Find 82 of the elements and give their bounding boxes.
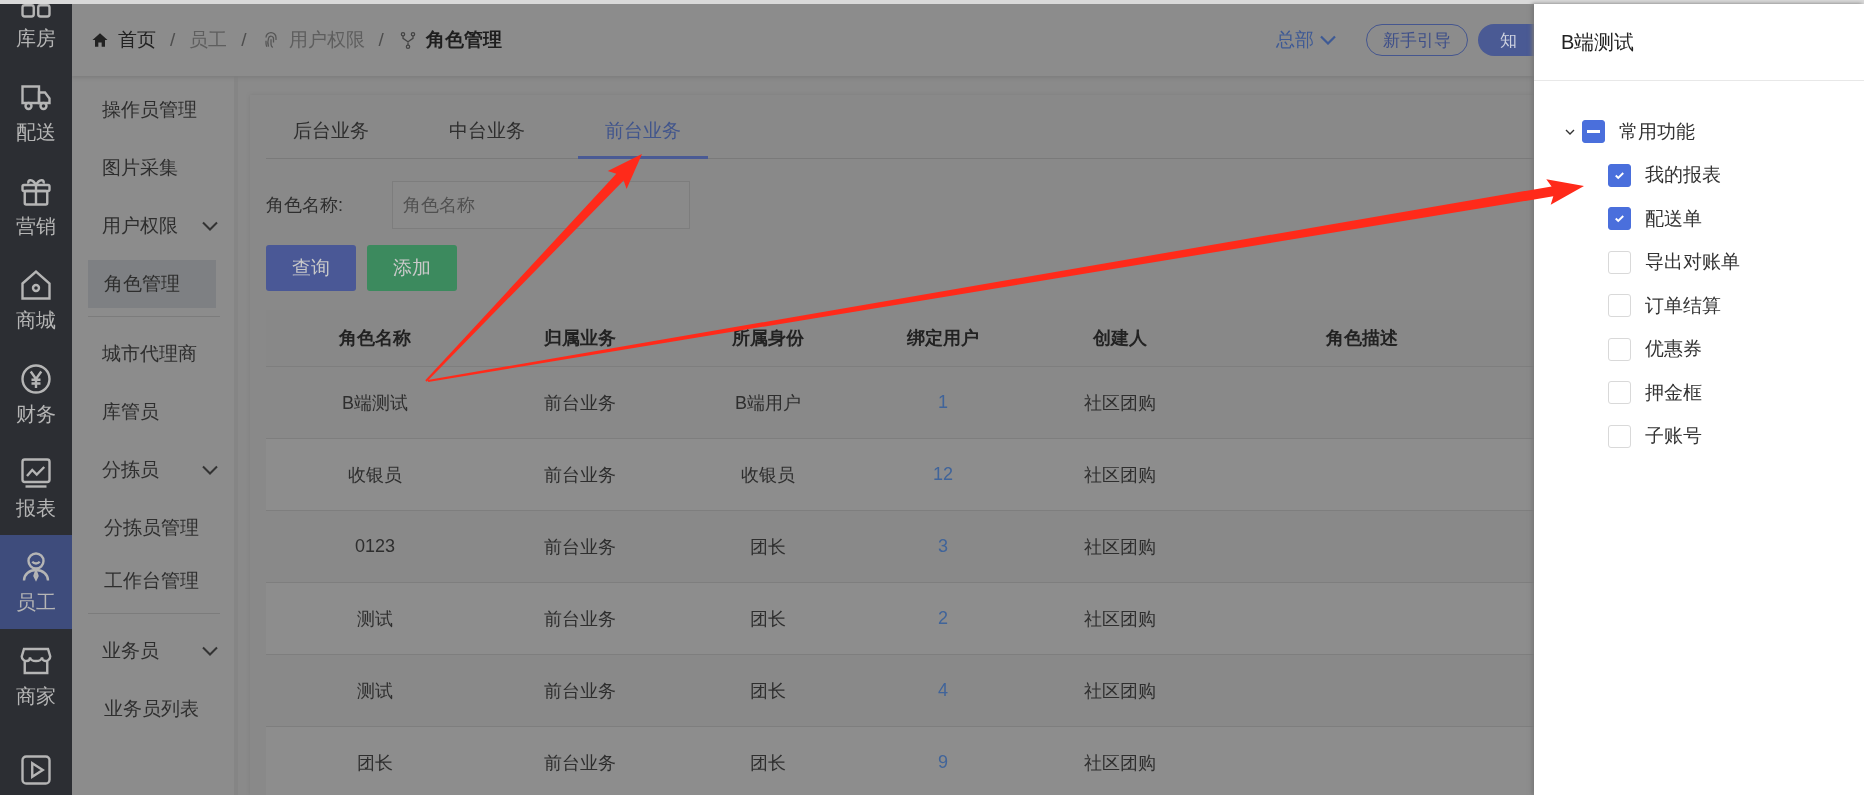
rail-item[interactable]: 员工	[0, 535, 72, 629]
column-header: 所属身份	[732, 327, 804, 350]
rail-item[interactable]: 财务	[0, 347, 72, 441]
table-cell-text: 前台业务	[544, 607, 616, 631]
table-cell-text: 团长	[750, 751, 786, 775]
checkbox[interactable]	[1582, 120, 1605, 144]
column-header: 绑定用户	[907, 327, 979, 350]
rail-item[interactable]: 库房	[0, 4, 72, 65]
table-cell-text: 收银员	[741, 463, 795, 487]
knowledge-button[interactable]: 知	[1478, 24, 1534, 56]
chevron-icon	[202, 465, 218, 475]
tree-label: 配送单	[1645, 206, 1702, 231]
play-icon	[18, 752, 54, 788]
table-cell-text: 前台业务	[544, 391, 616, 415]
chart-icon	[18, 455, 54, 491]
table-cell-text: 社区团购	[1084, 535, 1156, 559]
column-header: 角色描述	[1326, 327, 1398, 350]
table-cell-text: 社区团购	[1084, 607, 1156, 631]
table-cell-text: 前台业务	[544, 463, 616, 487]
yen-icon	[18, 361, 54, 397]
tree-label: 订单结算	[1645, 293, 1721, 318]
org-switch[interactable]: 总部	[1276, 27, 1336, 53]
chevron-icon	[202, 646, 218, 656]
chevron-icon	[202, 221, 218, 231]
rail-item[interactable]: 商城	[0, 253, 72, 347]
table-cell-text: 团长	[750, 679, 786, 703]
checkbox[interactable]	[1608, 163, 1631, 187]
tree-label: 我的报表	[1645, 163, 1721, 188]
table-cell-text: 团长	[357, 751, 393, 775]
table-cell-text: B端用户	[735, 391, 801, 415]
menu-item[interactable]: 角色管理	[88, 260, 216, 308]
rail-item[interactable]: 报表	[0, 441, 72, 535]
breadcrumb-separator: /	[241, 29, 247, 51]
table-cell-text: 团长	[750, 535, 786, 559]
breadcrumb-link[interactable]: 角色管理	[425, 27, 502, 53]
table-cell-text: 0123	[354, 536, 395, 557]
tree-label: 子账号	[1645, 424, 1702, 449]
table-cell-text: 前台业务	[544, 751, 616, 775]
add-button[interactable]: 添加	[367, 245, 457, 291]
table-cell-text: 社区团购	[1084, 463, 1156, 487]
field-label: 角色名称:	[266, 194, 344, 217]
rail-item[interactable]: 营销	[0, 159, 72, 253]
column-header: 角色名称	[339, 327, 411, 350]
menu-item[interactable]: 工作台管理	[88, 557, 216, 605]
breadcrumb-link[interactable]: 首页	[118, 27, 156, 53]
table-cell-text: 社区团购	[1084, 751, 1156, 775]
rail-item[interactable]: 配送	[0, 65, 72, 159]
menu-item[interactable]: 操作员管理	[72, 81, 234, 139]
menu-group[interactable]: 用户权限	[72, 197, 234, 255]
breadcrumb-separator: /	[378, 29, 384, 51]
role-name-field[interactable]: 角色名称	[392, 181, 690, 229]
tree-label: 押金框	[1645, 380, 1702, 405]
menu-item[interactable]: 库管员	[72, 383, 234, 441]
table-cell-text: 测试	[357, 607, 393, 631]
menu-item[interactable]: 图片采集	[72, 139, 234, 197]
tree-label: 优惠券	[1645, 337, 1702, 362]
table-cell-text: 收银员	[348, 463, 402, 487]
column-header: 创建人	[1093, 327, 1147, 350]
chevron-icon	[1320, 35, 1336, 45]
breadcrumb-separator: /	[170, 29, 176, 51]
table-cell-text: 测试	[357, 679, 393, 703]
table-cell-text: 社区团购	[1084, 679, 1156, 703]
menu-item[interactable]: 业务员列表	[88, 685, 216, 733]
table-cell-text: 前台业务	[544, 535, 616, 559]
menu-group[interactable]: 分拣员	[72, 441, 234, 499]
tab[interactable]: 后台业务	[266, 105, 396, 159]
menu-group[interactable]: 业务员	[72, 622, 234, 680]
house-icon	[18, 267, 54, 303]
table-cell-text: 前台业务	[544, 679, 616, 703]
drawer-title: B端测试	[1534, 4, 1864, 81]
table-cell-text: 团长	[750, 607, 786, 631]
tree-label: 常用功能	[1619, 119, 1695, 144]
table-cell-text: 社区团购	[1084, 391, 1156, 415]
menu-item[interactable]: 分拣员管理	[88, 504, 216, 552]
rail-item[interactable]: 商家	[0, 629, 72, 723]
checkbox[interactable]	[1608, 207, 1631, 231]
tab[interactable]: 中台业务	[422, 105, 552, 159]
table-cell-text: B端测试	[342, 391, 408, 415]
tree-label: 导出对账单	[1645, 250, 1740, 275]
search-button[interactable]: 查询	[266, 245, 356, 291]
menu-item[interactable]: 城市代理商	[72, 325, 234, 383]
column-header: 归属业务	[544, 327, 616, 350]
